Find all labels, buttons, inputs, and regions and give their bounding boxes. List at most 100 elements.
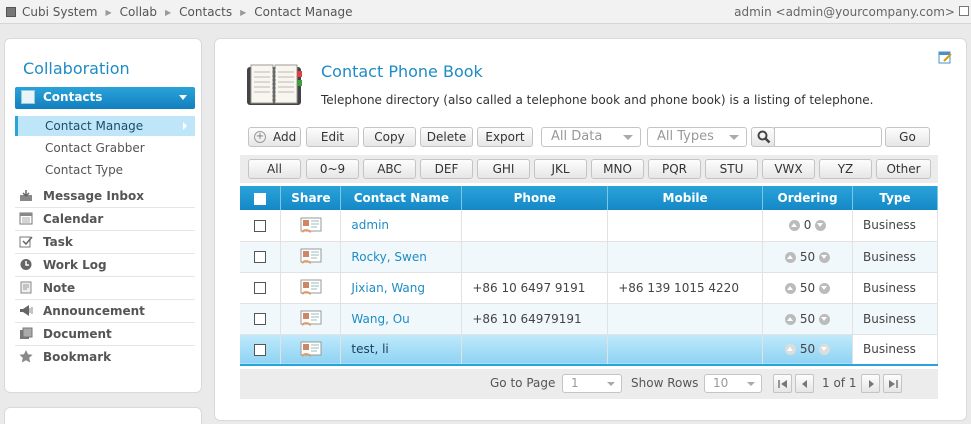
sidebar-item-announcement[interactable]: Announcement <box>15 300 195 323</box>
go-button[interactable]: Go <box>885 127 930 147</box>
select-all-header[interactable] <box>240 186 282 210</box>
mobile-cell <box>607 303 764 335</box>
search-icon <box>757 130 771 144</box>
sidebar-item-calendar[interactable]: Calendar <box>15 208 195 231</box>
move-up-icon[interactable] <box>785 313 797 325</box>
page-select[interactable]: 1 <box>562 374 622 393</box>
column-header-share[interactable]: Share <box>280 186 342 210</box>
edit-page-icon[interactable] <box>938 50 952 64</box>
share-contact-icon[interactable] <box>300 310 322 327</box>
sidebar-item-message-inbox[interactable]: Message Inbox <box>15 185 195 208</box>
row-checkbox[interactable] <box>254 282 267 294</box>
first-page-icon <box>778 380 787 388</box>
column-header-phone[interactable]: Phone <box>461 186 609 210</box>
move-down-icon[interactable] <box>818 282 830 294</box>
sidebar-item-label: Calendar <box>43 212 104 226</box>
page-info: 1 of 1 <box>822 376 857 390</box>
data-filter-select[interactable]: All Data <box>541 127 641 147</box>
row-checkbox[interactable] <box>254 251 267 263</box>
table-row[interactable]: Wang, Ou +86 10 64979191 50 Business <box>240 303 938 335</box>
last-page-button[interactable] <box>883 374 902 393</box>
sidebar-item-note[interactable]: Note <box>15 277 195 300</box>
breadcrumb-item[interactable]: Contacts <box>179 5 232 19</box>
share-contact-icon[interactable] <box>300 217 322 234</box>
row-checkbox[interactable] <box>254 313 267 325</box>
move-up-icon[interactable] <box>785 282 797 294</box>
type-filter-value: All Types <box>657 129 714 144</box>
contact-name-link[interactable]: Wang, Ou <box>340 303 463 335</box>
contact-name-link[interactable]: test, li <box>340 334 463 366</box>
alpha-filter-abc[interactable]: ABC <box>363 159 416 179</box>
sidebar-group-label: Contacts <box>43 90 103 104</box>
column-header-ordering[interactable]: Ordering <box>762 186 853 210</box>
alpha-filter-0-9[interactable]: 0~9 <box>306 159 359 179</box>
row-checkbox[interactable] <box>254 219 267 232</box>
alpha-filter-ghi[interactable]: GHI <box>477 159 530 179</box>
contact-name-link[interactable]: admin <box>340 210 463 242</box>
alpha-filter-yz[interactable]: YZ <box>819 159 872 179</box>
first-page-button[interactable] <box>773 374 792 393</box>
contact-name-link[interactable]: Jixian, Wang <box>340 272 463 304</box>
alpha-filter-jkl[interactable]: JKL <box>534 159 587 179</box>
add-button[interactable]: + Add <box>248 127 301 147</box>
rows-select[interactable]: 10 <box>704 374 762 393</box>
alpha-filter-def[interactable]: DEF <box>420 159 473 179</box>
share-contact-icon[interactable] <box>300 279 322 296</box>
mobile-cell <box>607 210 764 242</box>
column-header-type[interactable]: Type <box>852 186 938 210</box>
move-down-icon[interactable] <box>818 344 830 356</box>
sidebar-item-bookmark[interactable]: Bookmark <box>15 346 195 369</box>
sidebar-item-work-log[interactable]: Work Log <box>15 254 195 277</box>
next-page-button[interactable] <box>861 374 880 393</box>
column-header-mobile[interactable]: Mobile <box>607 186 764 210</box>
alpha-filter-vwx[interactable]: VWX <box>762 159 815 179</box>
delete-button[interactable]: Delete <box>420 127 473 147</box>
table-row[interactable]: admin 0 Business <box>240 210 938 242</box>
type-filter-select[interactable]: All Types <box>647 127 747 147</box>
move-up-icon[interactable] <box>785 344 797 356</box>
alpha-filter-other[interactable]: Other <box>876 159 931 179</box>
export-button[interactable]: Export <box>477 127 533 147</box>
top-bar: Cubi System ▶ Collab ▶ Contacts ▶ Contac… <box>0 0 971 24</box>
move-down-icon[interactable] <box>815 220 827 232</box>
edit-button[interactable]: Edit <box>306 127 359 147</box>
sidebar-secondary-panel <box>4 407 202 424</box>
previous-page-button[interactable] <box>795 374 814 393</box>
breadcrumb-item[interactable]: Collab <box>120 5 157 19</box>
page-title: Contact Phone Book <box>321 62 483 81</box>
row-checkbox[interactable] <box>254 343 267 356</box>
column-header-contact-name[interactable]: Contact Name <box>340 186 463 210</box>
chevron-right-icon <box>183 122 187 130</box>
phone-cell: +86 10 6497 9191 <box>461 272 609 304</box>
search-button[interactable] <box>751 127 775 147</box>
select-all-checkbox[interactable] <box>254 192 267 205</box>
table-row[interactable]: Rocky, Swen 50 Business <box>240 241 938 273</box>
sidebar-subitem-contact-grabber[interactable]: Contact Grabber <box>15 138 195 158</box>
contact-name-link[interactable]: Rocky, Swen <box>340 241 463 273</box>
alpha-filter-stu[interactable]: STU <box>705 159 758 179</box>
alpha-filter-pqr[interactable]: PQR <box>648 159 701 179</box>
move-up-icon[interactable] <box>785 251 797 263</box>
goto-page-label: Go to Page <box>490 376 556 390</box>
sidebar-group-contacts[interactable]: Contacts <box>15 87 195 109</box>
copy-button[interactable]: Copy <box>363 127 416 147</box>
sidebar-item-document[interactable]: Document <box>15 323 195 346</box>
breadcrumb-item[interactable]: Cubi System <box>22 5 98 19</box>
sidebar-subitem-contact-type[interactable]: Contact Type <box>15 160 195 180</box>
move-down-icon[interactable] <box>818 251 830 263</box>
search-input[interactable] <box>774 127 882 147</box>
mobile-cell <box>607 241 764 273</box>
table-row[interactable]: Jixian, Wang +86 10 6497 9191 +86 139 10… <box>240 272 938 304</box>
alpha-filter-all[interactable]: All <box>248 159 301 179</box>
move-down-icon[interactable] <box>818 313 830 325</box>
phone-cell <box>461 241 609 273</box>
table-row-selected[interactable]: test, li 50 Business <box>240 334 938 366</box>
share-contact-icon[interactable] <box>300 341 322 358</box>
share-contact-icon[interactable] <box>300 248 322 265</box>
expand-icon[interactable] <box>959 6 969 16</box>
user-info[interactable]: admin <admin@yourcompany.com> <box>734 5 955 19</box>
move-up-icon[interactable] <box>788 220 800 232</box>
alpha-filter-mno[interactable]: MNO <box>591 159 644 179</box>
sidebar-subitem-contact-manage[interactable]: Contact Manage <box>15 116 195 136</box>
sidebar-item-task[interactable]: Task <box>15 231 195 254</box>
